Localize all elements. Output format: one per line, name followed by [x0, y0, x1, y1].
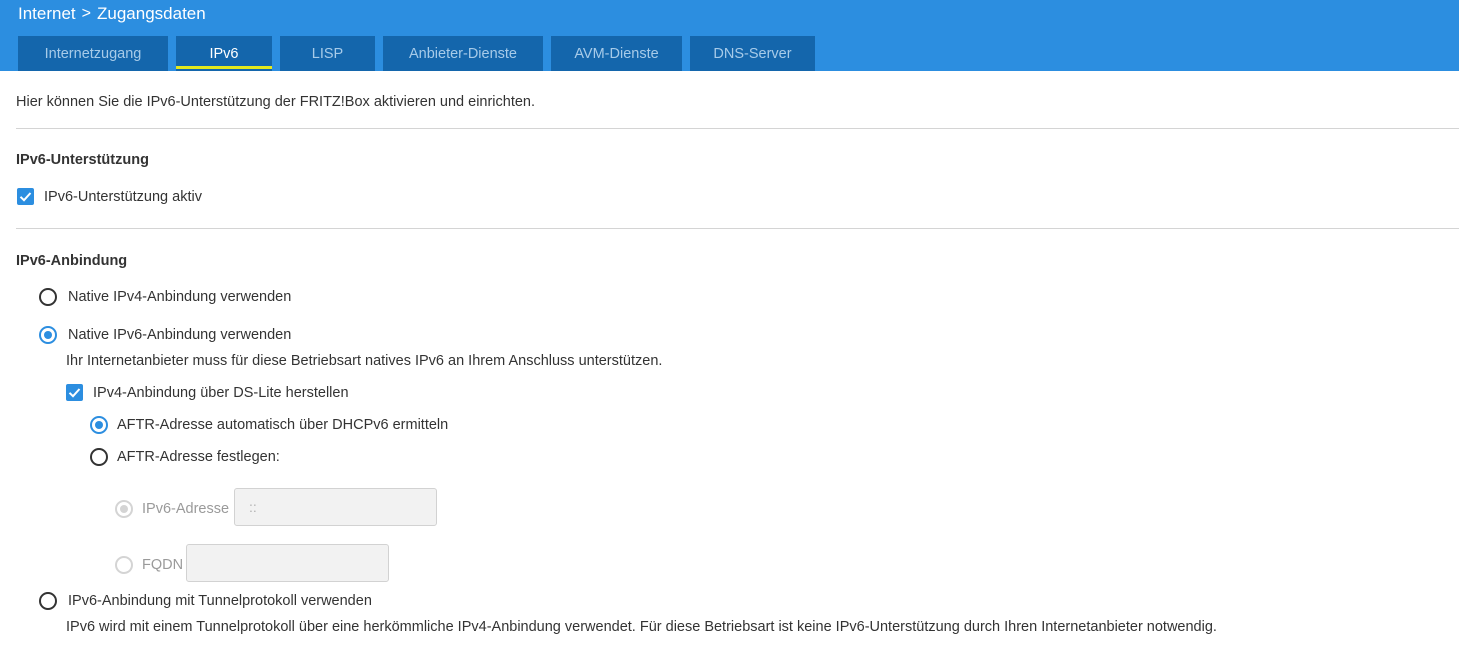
radio-tunnel-protocol-label[interactable]: IPv6-Anbindung mit Tunnelprotokoll verwe… — [68, 592, 372, 610]
ds-lite-checkbox[interactable] — [66, 384, 83, 401]
section-heading-ipv6-connection: IPv6-Anbindung — [16, 253, 128, 269]
tab-ipv6[interactable]: IPv6 — [176, 36, 272, 71]
tab-dns-server[interactable]: DNS-Server — [690, 36, 815, 71]
radio-native-ipv6-label[interactable]: Native IPv6-Anbindung verwenden — [68, 326, 291, 344]
tunnel-protocol-description: IPv6 wird mit einem Tunnelprotokoll über… — [66, 619, 1217, 635]
tab-internetzugang[interactable]: Internetzugang — [18, 36, 168, 71]
native-ipv6-description: Ihr Internetanbieter muss für diese Betr… — [66, 353, 663, 369]
tab-anbieter-dienste[interactable]: Anbieter-Dienste — [383, 36, 543, 71]
aftr-ipv6-address-input — [234, 488, 437, 526]
breadcrumb-parent[interactable]: Internet — [18, 3, 76, 25]
breadcrumb-current: Zugangsdaten — [97, 4, 206, 23]
section-heading-ipv6-support: IPv6-Unterstützung — [16, 152, 149, 168]
radio-native-ipv4-label[interactable]: Native IPv4-Anbindung verwenden — [68, 288, 291, 306]
checkmark-icon — [68, 388, 81, 398]
ipv6-support-checkbox[interactable] — [17, 188, 34, 205]
divider — [16, 228, 1459, 229]
breadcrumb: Internet > Zugangsdaten — [18, 3, 206, 25]
radio-native-ipv6[interactable] — [39, 326, 57, 344]
tab-lisp[interactable]: LISP — [280, 36, 375, 71]
radio-native-ipv4[interactable] — [39, 288, 57, 306]
radio-aftr-manual-label[interactable]: AFTR-Adresse festlegen: — [117, 448, 280, 466]
radio-aftr-manual[interactable] — [90, 448, 108, 466]
radio-aftr-auto[interactable] — [90, 416, 108, 434]
checkmark-icon — [19, 192, 32, 202]
tab-avm-dienste[interactable]: AVM-Dienste — [551, 36, 682, 71]
ds-lite-label[interactable]: IPv4-Anbindung über DS-Lite herstellen — [93, 384, 349, 402]
page-intro: Hier können Sie die IPv6-Unterstützung d… — [16, 94, 536, 110]
ipv6-support-label[interactable]: IPv6-Unterstützung aktiv — [44, 188, 202, 206]
aftr-fqdn-label: FQDN — [142, 557, 184, 573]
radio-aftr-auto-label[interactable]: AFTR-Adresse automatisch über DHCPv6 erm… — [117, 416, 448, 434]
aftr-ipv6-address-label: IPv6-Adresse — [142, 501, 230, 517]
aftr-fqdn-input — [186, 544, 389, 582]
breadcrumb-separator-icon: > — [81, 5, 91, 22]
divider — [16, 128, 1459, 129]
radio-aftr-fqdn — [115, 556, 133, 574]
radio-aftr-ipv6-address — [115, 500, 133, 518]
header-bar: Internet > Zugangsdaten Internetzugang I… — [0, 0, 1459, 71]
radio-tunnel-protocol[interactable] — [39, 592, 57, 610]
